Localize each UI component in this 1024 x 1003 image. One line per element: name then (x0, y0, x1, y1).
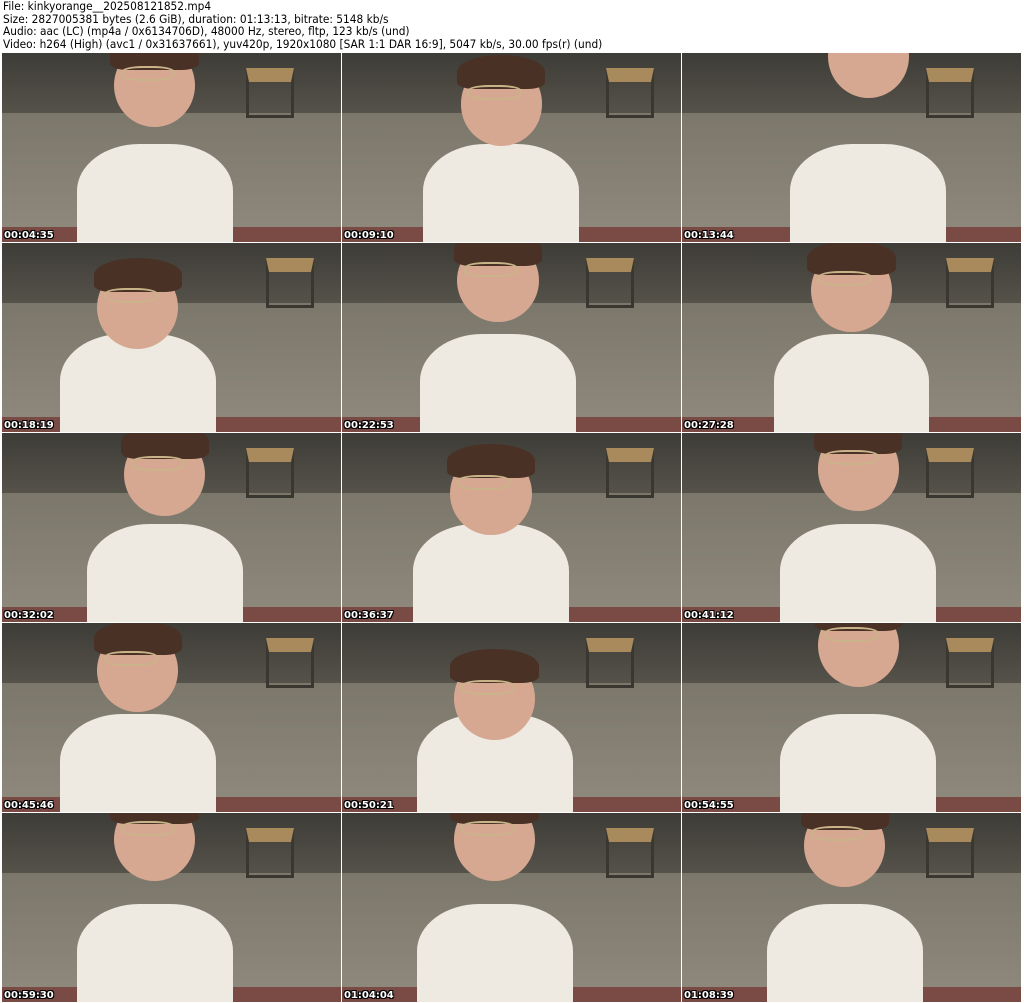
chair (246, 68, 295, 119)
glasses (460, 820, 515, 836)
timestamp: 00:13:44 (684, 230, 734, 241)
glasses (457, 474, 512, 490)
person-shirt (423, 143, 580, 242)
person-shirt (86, 523, 243, 622)
person-hair (93, 623, 182, 656)
video-thumbnail: 00:54:55 (682, 623, 1021, 812)
video-thumbnail: 00:04:35 (2, 53, 341, 242)
chair (586, 638, 635, 689)
video-thumbnail: 01:04:04 (342, 813, 681, 1002)
person-hair (450, 649, 539, 684)
glasses (810, 826, 866, 842)
glasses (120, 820, 175, 836)
person-shirt (780, 523, 937, 622)
person-hair (447, 444, 536, 479)
video-thumbnail: 00:27:28 (682, 243, 1021, 432)
person-hair (457, 54, 546, 89)
glasses (130, 455, 186, 471)
person-shirt (76, 143, 233, 242)
person-shirt (59, 713, 216, 812)
video-thumbnail: 01:08:39 (682, 813, 1021, 1002)
chair (586, 258, 635, 309)
timestamp: 00:54:55 (684, 800, 734, 811)
video-thumbnail: 00:45:46 (2, 623, 341, 812)
timestamp: 00:59:30 (4, 990, 54, 1001)
glasses (464, 261, 519, 277)
glasses (103, 651, 158, 667)
person-shirt (76, 903, 233, 1002)
person-hair (807, 243, 896, 276)
video-thumbnail: 00:09:10 (342, 53, 681, 242)
chair (606, 68, 655, 119)
person-shirt (419, 333, 576, 432)
chair (926, 828, 975, 879)
person-shirt (773, 333, 930, 432)
person-shirt (416, 903, 573, 1002)
timestamp: 00:36:37 (344, 610, 394, 621)
glasses (824, 450, 879, 466)
chair (606, 448, 655, 499)
video-thumbnail: 00:18:19 (2, 243, 341, 432)
timestamp: 00:50:21 (344, 800, 394, 811)
timestamp: 01:08:39 (684, 990, 734, 1001)
video-info: Video: h264 (High) (avc1 / 0x31637661), … (3, 36, 603, 51)
audio-info: Audio: aac (LC) (mp4a / 0x6134706D), 480… (3, 24, 410, 38)
video-thumbnail: 00:59:30 (2, 813, 341, 1002)
glasses (120, 66, 175, 82)
timestamp: 00:45:46 (4, 800, 54, 811)
timestamp: 00:22:53 (344, 420, 394, 431)
person-hair (93, 258, 182, 293)
video-thumbnail: 00:50:21 (342, 623, 681, 812)
chair (946, 258, 995, 309)
thumbnail-grid: 00:04:35 00:09:10 00:13:44 00:18:19 00:22:53… (2, 53, 1021, 1002)
person-shirt (766, 903, 923, 1002)
timestamp: 00:09:10 (344, 230, 394, 241)
timestamp: 01:04:04 (344, 990, 394, 1001)
video-thumbnail: 00:22:53 (342, 243, 681, 432)
timestamp: 00:41:12 (684, 610, 734, 621)
glasses (103, 288, 158, 304)
chair (246, 448, 295, 499)
timestamp: 00:18:19 (4, 420, 54, 431)
video-thumbnail: 00:36:37 (342, 433, 681, 622)
chair (926, 448, 975, 499)
timestamp: 00:27:28 (684, 420, 734, 431)
glasses (467, 85, 522, 101)
timestamp: 00:04:35 (4, 230, 54, 241)
file-info-header: File: kinkyorange__202508121852.mp4 Size… (3, 0, 602, 50)
video-thumbnail: 00:13:44 (682, 53, 1021, 242)
glasses (824, 626, 879, 642)
chair (946, 638, 995, 689)
chair (266, 638, 315, 689)
video-thumbnail: 00:32:02 (2, 433, 341, 622)
glasses (817, 271, 872, 287)
video-thumbnail: 00:41:12 (682, 433, 1021, 622)
chair (246, 828, 295, 879)
chair (926, 68, 975, 119)
person-shirt (780, 713, 937, 812)
glasses (460, 679, 515, 695)
chair (606, 828, 655, 879)
person-shirt (413, 523, 570, 622)
timestamp: 00:32:02 (4, 610, 54, 621)
file-name: File: kinkyorange__202508121852.mp4 (3, 0, 212, 13)
chair (266, 258, 315, 309)
person-shirt (790, 143, 947, 242)
